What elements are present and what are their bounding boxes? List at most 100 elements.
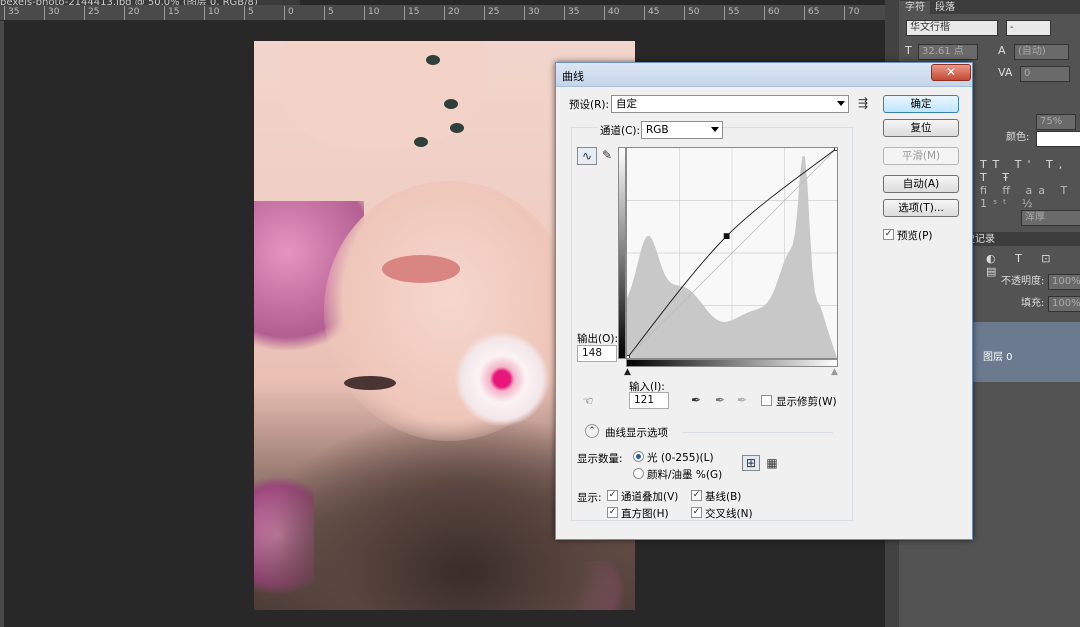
ruler-tick: 60 (764, 6, 779, 20)
grid-detailed-icon[interactable]: ▦ (764, 455, 780, 471)
ruler-tick: 65 (804, 6, 819, 20)
tracking-icon: VA (998, 66, 1013, 79)
hand-adjust-icon[interactable]: ☜ (579, 393, 597, 409)
vertical-scale-field[interactable]: 75% (1036, 114, 1076, 130)
tracking-field[interactable]: 0 (1020, 66, 1070, 82)
ruler-tick: 10 (204, 6, 219, 20)
output-label: 输出(O): (577, 333, 618, 345)
grid-simple-icon[interactable]: ⊞ (742, 455, 760, 471)
auto-button[interactable]: 自动(A) (883, 175, 959, 193)
ruler-tick: 70 (844, 6, 859, 20)
ruler-tick: 15 (164, 6, 179, 20)
font-style-select[interactable]: - (1006, 20, 1051, 36)
reset-button[interactable]: 复位 (883, 119, 959, 137)
opacity-label: 不透明度: (1001, 276, 1045, 287)
expand-chevron-icon[interactable]: ⌃ (585, 424, 599, 438)
photoshop-window: pexels-photo-2144413.jpg @ 50.0% (图层 0, … (0, 0, 1080, 627)
channel-overlays-label: 通道叠加(V) (621, 491, 679, 503)
channel-overlays-checkbox[interactable]: ✓ (607, 490, 618, 501)
chevron-down-icon (711, 127, 719, 132)
lips (382, 255, 460, 283)
pigment-radio-label: 颜料/油墨 %(G) (647, 469, 723, 481)
black-eyedropper-icon[interactable]: ✒ (689, 392, 703, 408)
fill-label: 填充: (1021, 298, 1045, 309)
character-panel-tabs: 字符 段落 (900, 0, 1080, 15)
curve-control-point[interactable] (624, 355, 630, 361)
light-radio[interactable] (633, 451, 644, 462)
nail (414, 137, 428, 147)
chevron-down-icon (837, 101, 845, 106)
opacity-field[interactable]: 100% (1048, 274, 1080, 290)
layer-name[interactable]: 图层 0 (983, 348, 1013, 363)
ruler-tick: 50 (684, 6, 699, 20)
pencil-icon[interactable]: ✎ (599, 147, 615, 163)
curve-graph[interactable] (624, 145, 840, 361)
ruler-tick: 55 (724, 6, 739, 20)
eye (344, 376, 396, 390)
black-point-slider[interactable]: ▲ (624, 367, 631, 377)
input-field[interactable]: 121 (629, 392, 669, 409)
font-size-icon: T (905, 44, 912, 57)
leading-field[interactable]: (自动) (1014, 44, 1069, 60)
nail (450, 123, 464, 133)
preview-checkbox[interactable]: ✓ (883, 229, 894, 240)
nail (444, 99, 458, 109)
font-size-field[interactable]: 32.61 点 (918, 44, 978, 60)
preset-value: 自定 (616, 98, 637, 110)
curve-control-point[interactable] (834, 145, 840, 151)
ruler-tick: 30 (44, 6, 59, 20)
curve-edit-icon[interactable]: ∿ (577, 147, 597, 165)
fill-field[interactable]: 100% (1048, 296, 1080, 312)
separator (683, 432, 833, 433)
ruler-tick: 5 (324, 6, 334, 20)
ruler-tick: 45 (644, 6, 659, 20)
baseline-checkbox[interactable]: ✓ (691, 490, 702, 501)
show-clipping-label: 显示修剪(W) (776, 396, 837, 408)
tab-paragraph[interactable]: 段落 (930, 1, 960, 15)
text-style-icons[interactable]: TT T' T, T Ŧ (980, 158, 1080, 184)
opentype-icons[interactable]: ﬁ ﬀ aa T 1ˢᵗ ½ (980, 184, 1080, 210)
anti-alias-select[interactable]: 浑厚 (1021, 210, 1080, 226)
hibiscus-flower (454, 331, 550, 427)
channel-value: RGB (646, 124, 669, 136)
white-point-slider[interactable]: ▲ (831, 367, 838, 377)
output-gradient (618, 147, 626, 359)
preset-options-icon[interactable]: ⇶ (855, 95, 871, 111)
font-family-select[interactable]: 华文行楷 (906, 20, 998, 36)
nail (426, 55, 440, 65)
options-button[interactable]: 选项(T)... (883, 199, 959, 217)
text-color-swatch[interactable] (1036, 131, 1080, 147)
curves-dialog: 曲线 ✕ 预设(R): 自定 ⇶ 通道(C): RGB ∿ ✎ ▲ ▲ 输出(O… (555, 62, 973, 540)
ruler-tick: 0 (284, 6, 294, 20)
dialog-body: 预设(R): 自定 ⇶ 通道(C): RGB ∿ ✎ ▲ ▲ 输出(O): 14… (563, 89, 967, 535)
dialog-titlebar[interactable]: 曲线 ✕ (556, 63, 972, 87)
hand-region (284, 41, 484, 151)
intersection-checkbox[interactable]: ✓ (691, 507, 702, 518)
curve-svg[interactable] (624, 145, 840, 361)
histogram-checkbox[interactable]: ✓ (607, 507, 618, 518)
ruler-tick: 40 (604, 6, 619, 20)
dialog-title: 曲线 (562, 70, 584, 83)
intersection-label: 交叉线(N) (705, 508, 753, 520)
ruler-tick: 5 (244, 6, 254, 20)
output-field[interactable]: 148 (577, 345, 617, 362)
curve-control-point[interactable] (723, 233, 730, 239)
channel-select[interactable]: RGB (641, 121, 723, 139)
ruler-tick: 25 (84, 6, 99, 20)
leading-icon: A (998, 44, 1006, 57)
show-amount-label: 显示数量: (577, 453, 623, 465)
preset-select[interactable]: 自定 (611, 95, 849, 113)
close-button[interactable]: ✕ (931, 64, 971, 81)
preset-label: 预设(R): (569, 99, 610, 111)
ruler-tick: 20 (444, 6, 459, 20)
tab-character[interactable]: 字符 (900, 1, 930, 15)
ruler-tick: 35 (564, 6, 579, 20)
input-gradient (626, 359, 838, 367)
gray-eyedropper-icon[interactable]: ✒ (713, 392, 727, 408)
pigment-radio[interactable] (633, 468, 644, 479)
ok-button[interactable]: 确定 (883, 95, 959, 113)
ruler-tick: 15 (404, 6, 419, 20)
show-clipping-checkbox[interactable] (761, 395, 772, 406)
white-eyedropper-icon[interactable]: ✒ (735, 392, 749, 408)
smooth-button[interactable]: 平滑(M) (883, 147, 959, 165)
